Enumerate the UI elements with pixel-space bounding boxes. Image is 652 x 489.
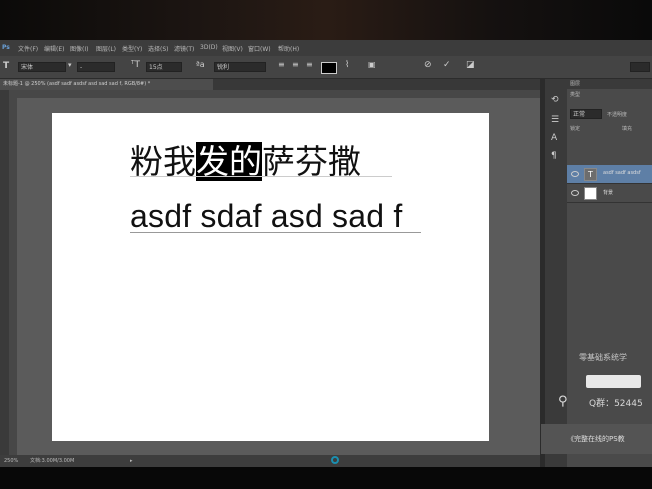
status-arrow-icon[interactable]: ▸ [130, 455, 133, 467]
ps-logo-icon[interactable]: Ps [2, 44, 10, 51]
antialias-select[interactable]: 锐利 [214, 62, 266, 72]
zoom-level[interactable]: 250% [4, 455, 18, 467]
visibility-eye-icon[interactable] [571, 190, 579, 196]
menu-window[interactable]: 窗口(W) [248, 44, 271, 53]
chevron-down-icon[interactable]: ▾ [68, 61, 72, 69]
menu-bar: Ps 文件(F) 编辑(E) 图像(I) 图层(L) 类型(Y) 选择(S) 滤… [0, 40, 652, 56]
commit-icon[interactable]: ✓ [443, 60, 451, 70]
text-line-latin[interactable]: asdf sdaf asd sad f [130, 198, 402, 235]
fill-label: 填充 [622, 126, 633, 132]
menu-layer[interactable]: 图层(L) [96, 44, 116, 53]
character-panel-icon[interactable]: ▣ [368, 60, 376, 69]
menu-image[interactable]: 图像(I) [70, 44, 88, 53]
character-icon[interactable]: A [551, 133, 557, 143]
warp-text-icon[interactable]: ⌇ [345, 60, 349, 70]
workspace-select[interactable] [630, 62, 650, 72]
text-baseline [130, 232, 421, 233]
paragraph-icon[interactable]: ¶ [551, 151, 557, 161]
cancel-icon[interactable]: ⊘ [424, 60, 432, 70]
layer-filter[interactable]: 类型 [567, 91, 652, 100]
layers-tab[interactable]: 图层 [567, 79, 652, 89]
status-bar: 250% 文档:3.00M/3.00M ▸ [0, 455, 540, 467]
lock-label: 锁定 [570, 126, 581, 132]
visibility-eye-icon[interactable] [571, 171, 579, 177]
text-layer-thumb-icon: T [584, 168, 597, 181]
menu-filter[interactable]: 滤镜(T) [174, 44, 194, 53]
layer-name[interactable]: 背景 [603, 189, 613, 196]
text-baseline [130, 176, 392, 177]
font-family-select[interactable]: 宋体 [18, 62, 66, 72]
blend-mode-select[interactable]: 正常 [570, 109, 602, 119]
watermark-qq: Q群：52445 [589, 399, 643, 409]
document-tab[interactable]: 未标题-1 @ 250% (asdf sadf asdsf asd sad sa… [0, 79, 213, 90]
panel-icon-strip: ⟲ ☰ A ¶ [545, 79, 567, 469]
text-color-swatch[interactable] [321, 62, 337, 74]
top-banner [0, 0, 652, 40]
font-size-icon: ᵀT [131, 60, 140, 70]
antialias-icon: ªa [196, 60, 205, 69]
menu-type[interactable]: 类型(Y) [122, 44, 142, 53]
menu-select[interactable]: 选择(S) [148, 44, 169, 53]
properties-icon[interactable]: ☰ [551, 115, 559, 125]
font-size-select[interactable]: 15点 [146, 62, 182, 72]
background-thumb [584, 187, 597, 200]
layers-panel: 图层 类型 正常 不透明度 锁定 填充 T asdf sadf asdsf 背景 [567, 79, 652, 469]
menu-file[interactable]: 文件(F) [18, 44, 38, 53]
font-style-select[interactable]: - [77, 62, 115, 72]
doc-info: 文档:3.00M/3.00M [30, 458, 75, 464]
layer-row[interactable]: T asdf sadf asdsf [567, 165, 652, 184]
align-center-icon[interactable]: ≡ [292, 60, 299, 69]
watermark-title: 零基础系统学 [579, 353, 627, 362]
opacity-label: 不透明度 [607, 112, 628, 118]
layer-row[interactable]: 背景 [567, 184, 652, 203]
menu-edit[interactable]: 编辑(E) [44, 44, 64, 53]
align-left-icon[interactable]: ≡ [278, 60, 285, 69]
align-right-icon[interactable]: ≡ [306, 60, 313, 69]
layer-name[interactable]: asdf sadf asdsf [603, 170, 641, 176]
bottom-strip [0, 467, 652, 489]
promo-banner: 《完整在线的PS教 [541, 424, 652, 454]
menu-3d[interactable]: 3D(D) [200, 44, 218, 51]
3d-text-icon[interactable]: ◪ [466, 60, 475, 70]
type-tool-icon[interactable]: T [3, 61, 9, 71]
menu-view[interactable]: 视图(V) [222, 44, 243, 53]
options-bar: T 宋体 ▾ - ᵀT 15点 ªa 锐利 ≡ ≡ ≡ ⌇ ▣ ⊘ ✓ ◪ [0, 56, 652, 79]
cursor-indicator-icon [331, 456, 339, 464]
watermark-logos [586, 375, 641, 388]
search-icon: ⚲ [558, 394, 568, 409]
menu-help[interactable]: 帮助(H) [278, 44, 299, 53]
history-icon[interactable]: ⟲ [551, 95, 559, 105]
